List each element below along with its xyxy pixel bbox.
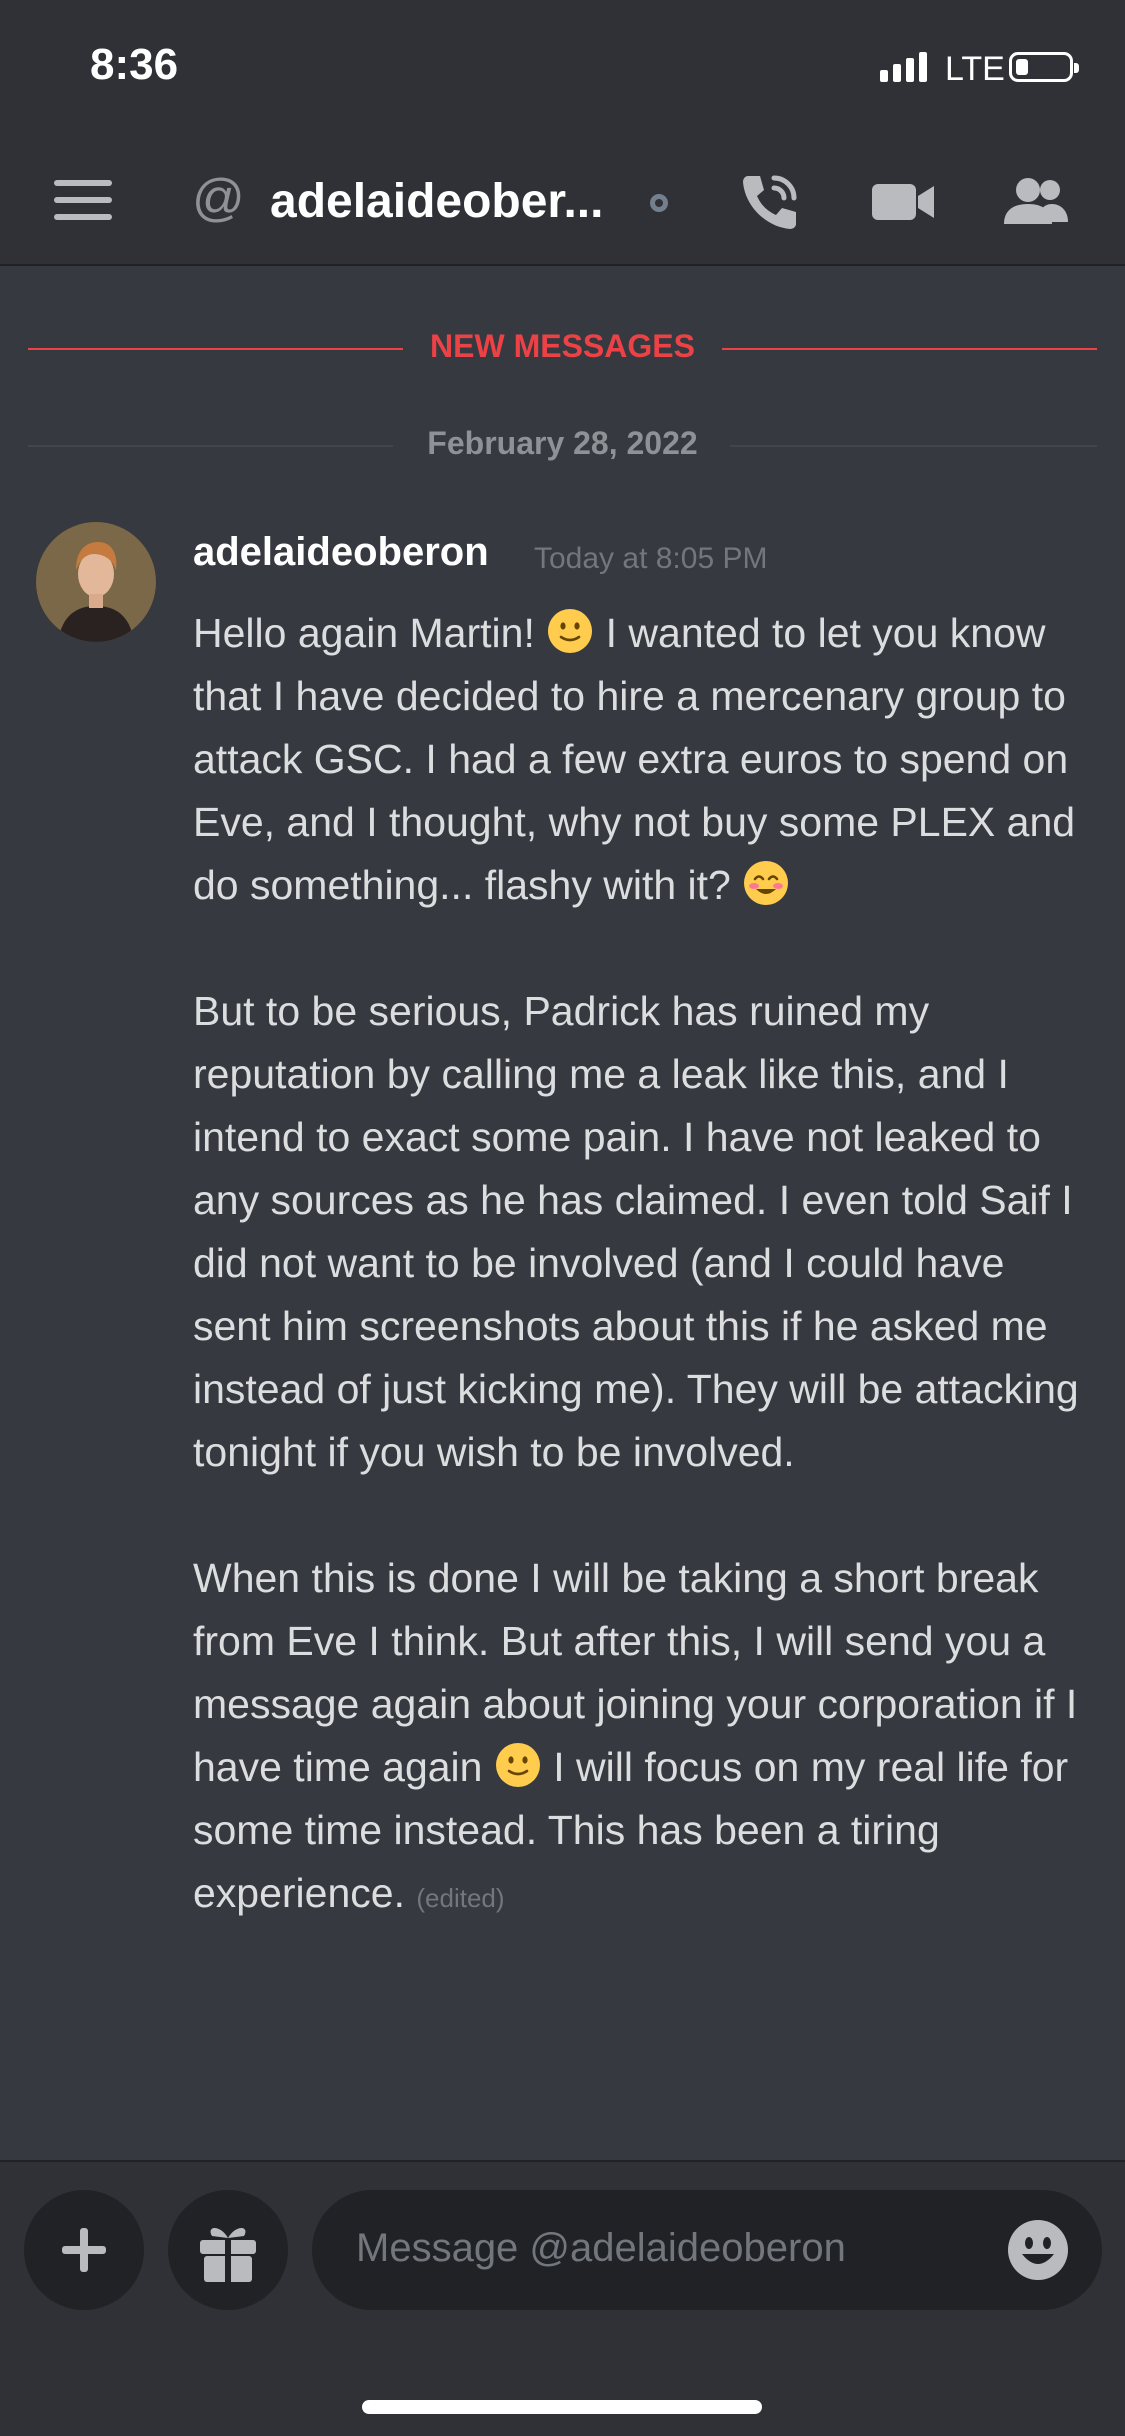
date-divider: February 28, 2022 (28, 425, 1097, 461)
message-paragraph: When this is done I will be taking a sho… (193, 1547, 1093, 1930)
status-bar: 8:36 LTE (0, 0, 1125, 140)
plus-icon (62, 2228, 106, 2272)
slight-smile-emoji (548, 609, 593, 653)
new-messages-divider: NEW MESSAGES (28, 328, 1097, 364)
message-text: Hello again Martin! (193, 610, 547, 656)
blush-emoji (744, 861, 789, 905)
message-paragraph: But to be serious, Padrick has ruined my… (193, 988, 1079, 1475)
video-icon[interactable] (868, 166, 940, 238)
date-label: February 28, 2022 (427, 425, 698, 461)
message-paragraph: Hello again Martin! I wanted to let you … (193, 602, 1093, 917)
emoji-icon[interactable] (1006, 2218, 1070, 2282)
new-messages-label: NEW MESSAGES (430, 328, 695, 364)
add-attachment-button[interactable] (24, 2190, 144, 2310)
channel-header: @ adelaideober... (0, 140, 1125, 266)
message-timestamp: Today at 8:05 PM (534, 542, 768, 575)
offline-status-icon (650, 194, 668, 212)
status-time: 8:36 (90, 40, 179, 89)
edited-tag: (edited) (416, 1883, 505, 1913)
members-icon[interactable] (1000, 166, 1072, 238)
home-indicator[interactable] (362, 2400, 762, 2414)
message-input[interactable]: Message @adelaideoberon (312, 2190, 1102, 2310)
signal-icon (880, 52, 927, 82)
at-icon: @ (192, 169, 245, 227)
gift-button[interactable] (168, 2190, 288, 2310)
avatar[interactable] (36, 522, 156, 642)
message-body: Hello again Martin! I wanted to let you … (193, 602, 1093, 1930)
channel-title[interactable]: adelaideober... (270, 174, 603, 229)
network-label: LTE (945, 50, 1005, 88)
gift-icon (200, 2228, 256, 2282)
message-placeholder: Message @adelaideoberon (356, 2226, 846, 2270)
battery-icon (1009, 52, 1079, 82)
menu-icon[interactable] (54, 180, 112, 224)
slight-smile-emoji (495, 1743, 540, 1787)
call-icon[interactable] (734, 166, 806, 238)
message-author[interactable]: adelaideoberon (193, 530, 489, 575)
